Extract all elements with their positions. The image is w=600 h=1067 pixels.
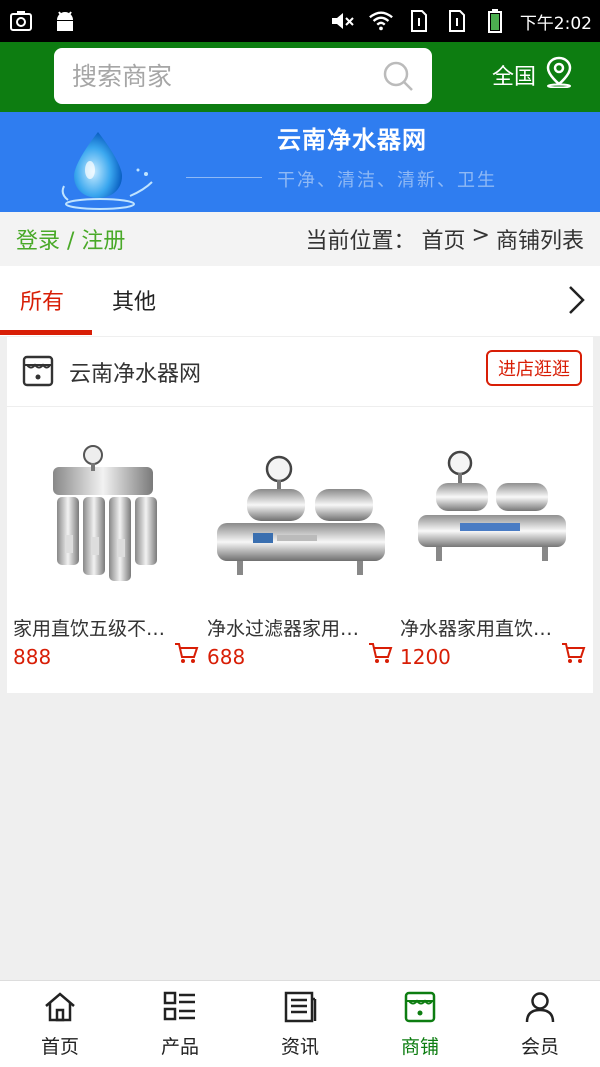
nav-news[interactable]: 资讯 [240, 981, 360, 1067]
screenshot-icon [8, 9, 34, 33]
enter-shop-button[interactable]: 进店逛逛 [486, 350, 582, 386]
news-icon [283, 991, 317, 1028]
product-item[interactable]: 家用直饮五级不… 888 [13, 425, 199, 669]
search-input[interactable] [72, 61, 362, 91]
breadcrumb-bar: 登录 / 注册 当前位置： 首页 > 商铺列表 [0, 212, 600, 266]
product-name[interactable]: 家用直饮五级不… [13, 614, 199, 641]
user-icon [523, 991, 557, 1028]
storefront-icon [21, 354, 55, 392]
cart-icon[interactable] [560, 641, 586, 669]
product-image-purifier-direct-drink[interactable] [400, 425, 586, 607]
product-price: 888 [13, 645, 52, 669]
sim-icon [406, 9, 432, 33]
banner: 云南净水器网 干净、清洁、清新、卫生 [0, 112, 600, 212]
nav-member[interactable]: 会员 [480, 981, 600, 1067]
status-bar: 下午2:02 [0, 0, 600, 42]
header: 全国 [0, 42, 600, 112]
tab-active-indicator [0, 330, 92, 335]
tab-other[interactable]: 其他 [112, 284, 156, 316]
product-image-filter-horizontal[interactable] [207, 425, 393, 607]
banner-divider [186, 177, 262, 178]
product-name[interactable]: 净水过滤器家用… [207, 614, 393, 641]
nav-shops[interactable]: 商铺 [360, 981, 480, 1067]
search-icon[interactable] [382, 60, 414, 96]
mute-icon [330, 9, 356, 33]
product-price: 1200 [400, 645, 451, 669]
nav-shops-label: 商铺 [400, 1036, 439, 1058]
product-item[interactable]: 净水过滤器家用… 688 [207, 425, 393, 669]
search-box[interactable] [54, 48, 432, 104]
breadcrumb-current: 商铺列表 [495, 229, 584, 254]
breadcrumb: 当前位置： 首页 > 商铺列表 [306, 223, 584, 255]
tab-all[interactable]: 所有 [20, 284, 64, 316]
list-icon [163, 991, 197, 1028]
breadcrumb-home-link[interactable]: 首页 [422, 223, 466, 255]
nav-member-label: 会员 [520, 1036, 559, 1058]
shop-icon [403, 991, 437, 1028]
shop-name[interactable]: 云南净水器网 [69, 356, 201, 388]
nav-home-label: 首页 [40, 1036, 79, 1058]
home-icon [43, 991, 77, 1028]
product-name[interactable]: 净水器家用直饮… [400, 614, 586, 641]
nav-products[interactable]: 产品 [120, 981, 240, 1067]
nav-home[interactable]: 首页 [0, 981, 120, 1067]
shop-header[interactable]: 云南净水器网 进店逛逛 [7, 337, 593, 407]
region-label: 全国 [492, 65, 537, 90]
region-selector[interactable]: 全国 [492, 56, 574, 94]
breadcrumb-label: 当前位置： [305, 229, 416, 254]
cart-icon[interactable] [367, 641, 393, 669]
cart-icon[interactable] [173, 641, 199, 669]
chevron-right-icon[interactable] [566, 284, 586, 320]
nav-products-label: 产品 [160, 1036, 199, 1058]
category-tabs: 所有 其他 [0, 266, 600, 336]
breadcrumb-separator: > [471, 223, 490, 248]
product-item[interactable]: 净水器家用直饮… 1200 [400, 425, 586, 669]
water-drop-logo-icon [60, 130, 160, 212]
banner-title: 云南净水器网 [277, 126, 427, 154]
product-image-purifier-five-stage[interactable] [13, 425, 199, 607]
product-price: 688 [207, 645, 246, 669]
android-icon [52, 9, 78, 33]
bottom-nav: 首页 产品 资讯 商铺 会员 [0, 980, 600, 1067]
banner-slogan: 干净、清洁、清新、卫生 [277, 170, 497, 191]
location-pin-icon [544, 56, 574, 94]
wifi-icon [368, 9, 394, 33]
shop-card: 云南净水器网 进店逛逛 家用直饮五级不… 888 净水过滤器家用… 688 净水… [7, 337, 593, 693]
nav-news-label: 资讯 [280, 1036, 319, 1058]
battery-icon [482, 9, 508, 33]
sim-icon-2 [444, 9, 470, 33]
login-register-link[interactable]: 登录 / 注册 [16, 223, 125, 255]
status-time: 下午2:02 [519, 13, 592, 34]
